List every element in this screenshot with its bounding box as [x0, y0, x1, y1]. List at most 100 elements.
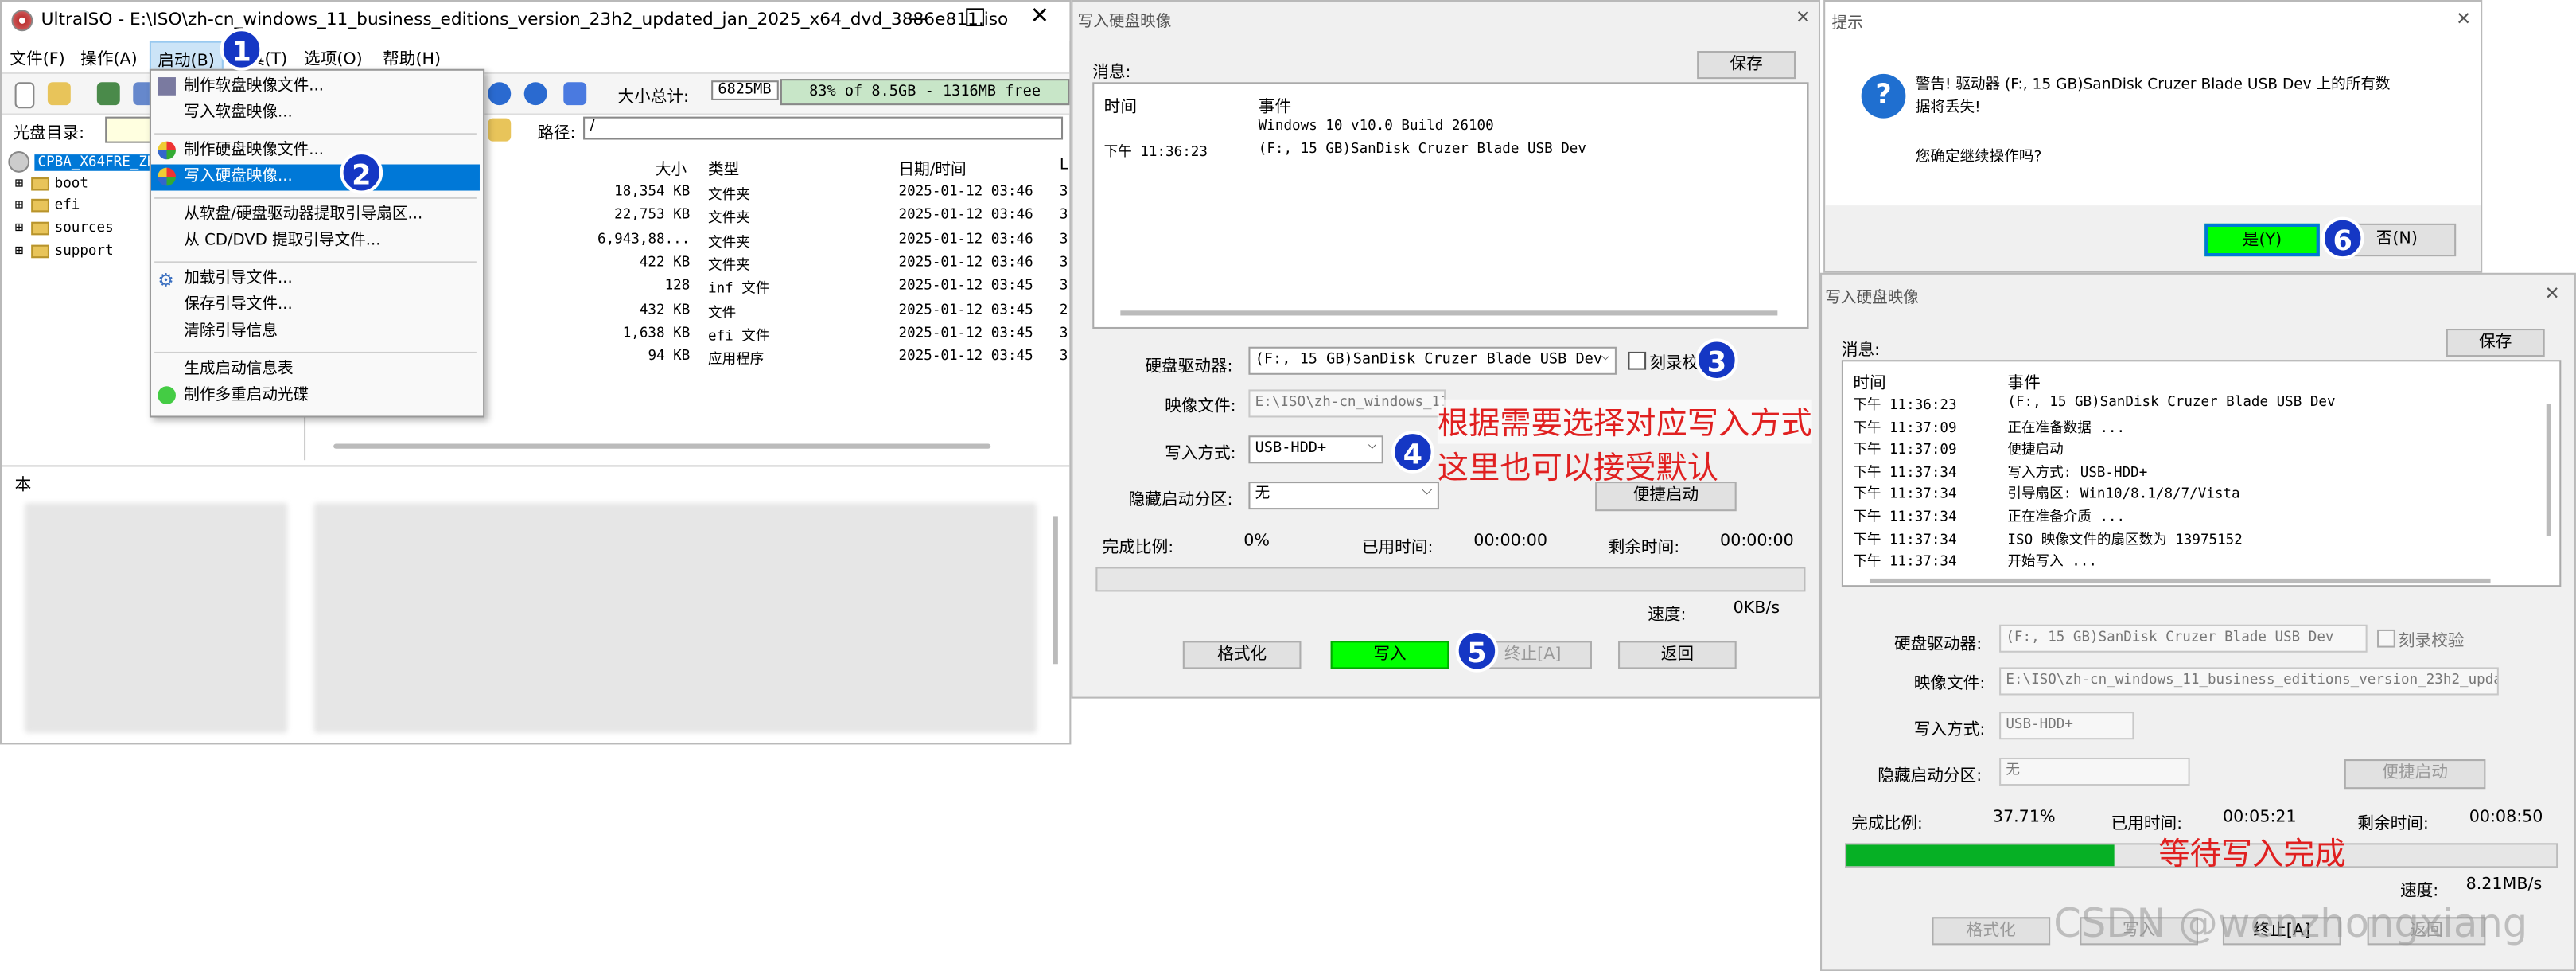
mode-select[interactable]: USB-HDD+ — [1248, 435, 1383, 464]
file-l: 3 — [1059, 231, 1068, 248]
annotation-accept-default: 这里也可以接受默认 — [1437, 450, 1719, 487]
menu-make-hdd[interactable]: 制作硬盘映像文件... — [151, 138, 480, 164]
close-icon[interactable]: ✕ — [2545, 283, 2560, 304]
burn-icon[interactable] — [96, 82, 120, 106]
maximize-icon[interactable] — [966, 8, 984, 27]
format-button[interactable]: 格式化 — [1932, 917, 2051, 946]
path-label: 路径: — [537, 124, 576, 143]
menu-make-floppy[interactable]: 制作软盘映像文件... — [151, 74, 480, 100]
menu-extract-cd-boot[interactable]: 从 CD/DVD 提取引导文件... — [151, 228, 480, 255]
mode-select[interactable]: USB-HDD+ — [1999, 712, 2134, 740]
log-event: ISO 映像文件的扇区数为 13975152 — [2007, 532, 2243, 548]
tree-item[interactable]: ⊞ efi — [15, 197, 80, 214]
minimize-icon[interactable]: — — [909, 6, 928, 29]
speed-value: 0KB/s — [1733, 599, 1780, 618]
hide-select[interactable]: 无 — [1999, 757, 2190, 786]
tree-item[interactable]: ⊞ support — [15, 244, 114, 260]
register-icon[interactable] — [563, 82, 587, 106]
hide-select[interactable]: 无 — [1248, 482, 1439, 510]
open-icon[interactable] — [47, 82, 71, 106]
save-button[interactable]: 保存 — [2446, 329, 2545, 357]
menu-options[interactable]: 选项(O) — [304, 45, 363, 69]
folder-up-icon[interactable] — [488, 118, 512, 142]
capacity-bar-text: 83% of 8.5GB - 1316MB free — [809, 84, 1041, 100]
write-button[interactable]: 写入 — [1330, 641, 1449, 669]
verify-checkbox[interactable] — [2377, 629, 2395, 648]
menu-item-label: 写入软盘映像... — [184, 103, 293, 122]
file-date: 2025-01-12 03:45 — [898, 325, 1033, 342]
col-event: 事件 — [1258, 98, 1292, 117]
log-scrollbar[interactable] — [1869, 578, 2491, 584]
log-event: (F:, 15 GB)SanDisk Cruzer Blade USB Dev — [2007, 394, 2336, 411]
close-icon[interactable]: ✕ — [1796, 6, 1811, 28]
menu-write-floppy[interactable]: 写入软盘映像... — [151, 100, 480, 127]
menu-item-label: 清除引导信息 — [184, 322, 278, 341]
log-time: 下午 11:36:23 — [1853, 397, 1957, 415]
write-dialog-title: 写入硬盘映像 — [1077, 13, 1172, 32]
file-list-scrollbar[interactable] — [333, 443, 991, 449]
verify-checkbox[interactable] — [1628, 351, 1647, 370]
log-scrollbar[interactable] — [1120, 310, 1778, 316]
path-field[interactable]: / — [583, 116, 1064, 140]
menu-help[interactable]: 帮助(H) — [383, 45, 441, 69]
annotation-wait-done: 等待写入完成 — [2158, 836, 2346, 873]
quick-boot-button[interactable]: 便捷启动 — [2344, 759, 2486, 790]
file-date: 2025-01-12 03:46 — [898, 184, 1033, 201]
mode-label: 写入方式: — [1165, 445, 1236, 464]
menu-action[interactable]: 操作(A) — [80, 45, 138, 69]
file-l: 3 — [1059, 278, 1068, 295]
image-field[interactable]: E:\ISO\zh-cn_windows_11_business_edition… — [1999, 667, 2499, 696]
close-icon[interactable]: ✕ — [1030, 3, 1049, 29]
menu-gen-boot-table[interactable]: 生成启动信息表 — [151, 357, 480, 383]
col-time: 时间 — [1853, 374, 1886, 393]
yes-button[interactable]: 是(Y) — [2204, 223, 2320, 257]
remain-label: 剩余时间: — [1608, 539, 1680, 558]
info-icon[interactable] — [488, 82, 512, 106]
menu-write-hdd[interactable]: 写入硬盘映像... — [150, 164, 480, 191]
col-type[interactable]: 类型 — [708, 156, 739, 179]
folder-icon — [31, 244, 50, 258]
tree-item[interactable]: ⊞ sources — [15, 220, 114, 237]
log-time: 下午 11:36:23 — [1103, 144, 1208, 162]
tree-item[interactable]: ⊞ boot — [15, 176, 88, 193]
close-icon[interactable]: ✕ — [2456, 8, 2471, 29]
col-date[interactable]: 日期/时间 — [899, 156, 967, 179]
disc-icon — [8, 150, 30, 173]
col-time: 时间 — [1103, 98, 1137, 117]
local-scrollbar[interactable] — [1053, 516, 1058, 665]
drive-select[interactable]: (F:, 15 GB)SanDisk Cruzer Blade USB Dev — [1248, 346, 1617, 375]
format-button[interactable]: 格式化 — [1182, 641, 1302, 669]
log-scrollbar-vertical[interactable] — [2546, 404, 2551, 536]
drive-select[interactable]: (F:, 15 GB)SanDisk Cruzer Blade USB Dev — [1999, 624, 2368, 653]
progress-dialog-title: 写入硬盘映像 — [1825, 289, 1919, 308]
mode-label: 写入方式: — [1913, 721, 1986, 740]
menu-extract-boot-sector[interactable]: 从软盘/硬盘驱动器提取引导扇区... — [151, 202, 480, 228]
menu-clear-boot[interactable]: 清除引导信息 — [151, 319, 480, 345]
annotation-choose-mode: 根据需要选择对应写入方式 — [1437, 399, 1812, 444]
hide-label: 隐藏启动分区: — [1128, 491, 1233, 510]
window-title: UltraISO - E:\ISO\zh-cn_windows_11_busin… — [41, 10, 1009, 30]
menu-load-boot[interactable]: 加载引导文件... — [151, 267, 480, 293]
watermark: CSDN @wenzhongxiang — [2053, 900, 2528, 947]
prompt-message: 警告! 驱动器 (F:, 15 GB)SanDisk Cruzer Blade … — [1915, 77, 2391, 117]
file-date: 2025-01-12 03:46 — [898, 254, 1033, 271]
help-icon[interactable] — [523, 82, 547, 106]
new-icon[interactable] — [14, 82, 35, 109]
menu-save-boot[interactable]: 保存引导文件... — [151, 293, 480, 319]
remain-value: 00:08:50 — [2469, 808, 2543, 827]
menu-file[interactable]: 文件(F) — [10, 45, 64, 69]
col-l[interactable]: L — [1060, 156, 1068, 174]
hide-label: 隐藏启动分区: — [1878, 767, 1983, 786]
prompt-title: 提示 — [1831, 14, 1863, 33]
log-time: 下午 11:37:34 — [1853, 509, 1957, 526]
col-size[interactable]: 大小 — [656, 156, 687, 179]
image-field[interactable]: E:\ISO\zh-cn_windows_11_business_edition… — [1248, 389, 1446, 418]
menu-multiboot[interactable]: 制作多重启动光碟 — [151, 383, 480, 409]
back-button[interactable]: 返回 — [1618, 641, 1737, 669]
save-button[interactable]: 保存 — [1697, 51, 1796, 80]
file-l: 3 — [1059, 184, 1068, 201]
prompt-confirm: 您确定继续操作吗? — [1915, 149, 2042, 166]
size-total-value: 6825MB — [711, 80, 778, 100]
log-event: 开始写入 ... — [2007, 554, 2097, 571]
ultraiso-window: UltraISO - E:\ISO\zh-cn_windows_11_busin… — [0, 0, 1072, 745]
